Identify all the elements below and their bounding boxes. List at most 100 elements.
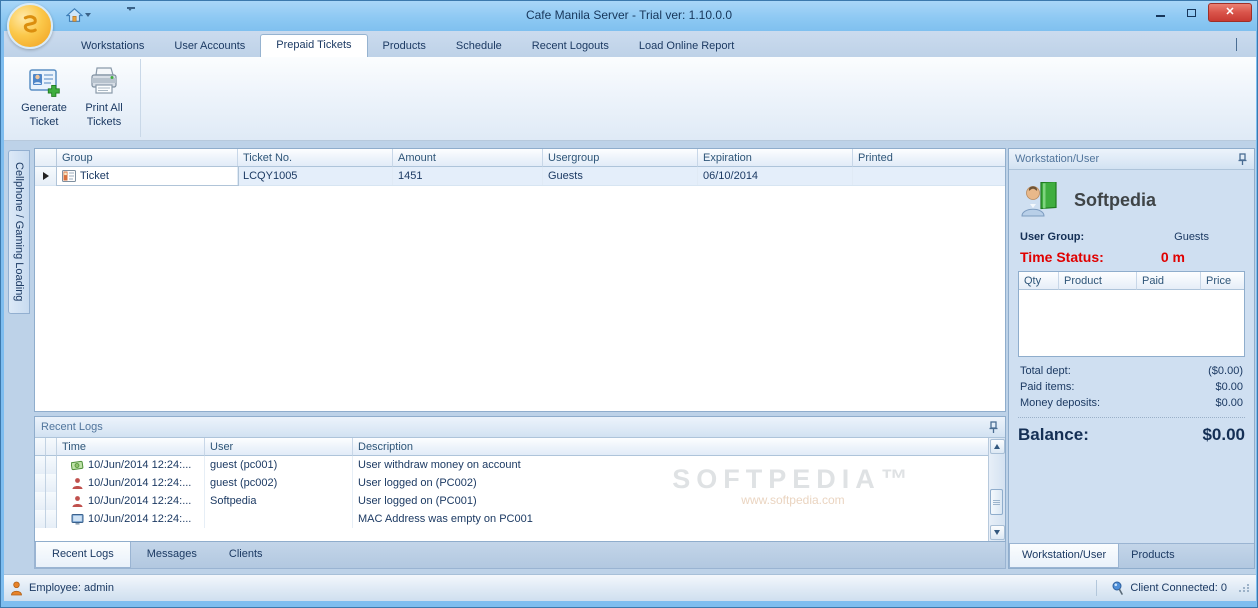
balance-value: $0.00 [1202,425,1245,444]
ticket-icon [62,170,76,182]
scrollbar-thumb[interactable] [990,489,1003,515]
total-dept-value: ($0.00) [1208,365,1243,377]
money-deposits-label: Money deposits: [1020,397,1101,409]
log-time: 10/Jun/2014 12:24:... [88,495,192,507]
status-bar: Employee: admin Client Connected: 0 [4,574,1256,601]
recent-logs-grid: Time User Description 10/Jun/2014 12:24:… [35,438,988,541]
logs-vertical-scrollbar[interactable] [988,438,1005,541]
log-description: User logged on (PC001) [358,495,477,507]
current-row-indicator [35,167,57,185]
generate-ticket-button[interactable]: Generate Ticket [16,61,72,135]
list-item[interactable]: 10/Jun/2014 12:24:... guest (pc002) User… [35,474,988,492]
ribbon-body: Generate Ticket Print All Tickets [4,57,1256,141]
time-status-value: 0 m [1160,249,1185,265]
cell-amount[interactable]: 1451 [393,167,543,185]
pin-icon[interactable] [1237,152,1248,166]
list-item[interactable]: 10/Jun/2014 12:24:... guest (pc001) User… [35,456,988,474]
scroll-down-button[interactable] [989,525,1005,540]
scroll-up-button[interactable] [989,439,1005,454]
cell-expiration[interactable]: 06/10/2014 [698,167,853,185]
print-all-tickets-button[interactable]: Print All Tickets [76,61,132,135]
column-header-paid[interactable]: Paid [1137,272,1201,290]
user-icon [72,477,83,489]
id-card-plus-icon [29,69,60,97]
maximize-button[interactable] [1177,3,1206,22]
column-header-user[interactable]: User [205,438,353,456]
time-status-label: Time Status: [1020,249,1104,265]
tab-load-online-report[interactable]: Load Online Report [624,35,749,57]
prepaid-tickets-grid: Group Ticket No. Amount Usergroup Expira… [34,148,1006,412]
workstation-panel-title: Workstation/User [1015,153,1100,165]
logo-swirl-icon [23,15,37,33]
column-header-group[interactable]: Group [57,149,238,167]
column-header-time[interactable]: Time [57,438,205,456]
column-header-printed[interactable]: Printed [853,149,1005,167]
tab-messages[interactable]: Messages [131,542,213,568]
minimize-button[interactable] [1146,3,1175,22]
logs-tab-strip: Recent Logs Messages Clients [34,542,1006,569]
tab-prepaid-tickets[interactable]: Prepaid Tickets [260,34,368,57]
scrollbar-track[interactable] [989,455,1005,524]
employee-icon [11,581,22,595]
cell-printed[interactable] [853,167,1005,185]
maximize-icon [1187,8,1196,17]
tab-products-panel[interactable]: Products [1119,544,1186,568]
column-header-amount[interactable]: Amount [393,149,543,167]
column-header-price[interactable]: Price [1201,272,1244,290]
workstation-panel-title-bar: Workstation/User [1009,149,1254,170]
app-logo-icon[interactable] [7,3,53,49]
log-description: MAC Address was empty on PC001 [358,513,533,525]
list-item[interactable]: 10/Jun/2014 12:24:... MAC Address was em… [35,510,988,528]
tab-user-accounts[interactable]: User Accounts [159,35,260,57]
column-header-description[interactable]: Description [353,438,988,456]
balance-label: Balance: [1018,425,1089,444]
log-description: User logged on (PC002) [358,477,477,489]
close-button[interactable]: ✕ [1208,3,1252,22]
list-item[interactable]: 10/Jun/2014 12:24:... Softpedia User log… [35,492,988,510]
tab-schedule[interactable]: Schedule [441,35,517,57]
tab-recent-logouts[interactable]: Recent Logouts [517,35,624,57]
employee-status: Employee: admin [29,582,114,594]
paid-items-value: $0.00 [1215,381,1243,393]
status-separator [1096,580,1098,596]
cell-group[interactable]: Ticket [56,166,239,186]
pin-icon[interactable] [988,420,999,434]
tab-workstation-user[interactable]: Workstation/User [1009,544,1120,568]
log-description: User withdraw money on account [358,459,521,471]
tab-recent-logs[interactable]: Recent Logs [35,542,131,568]
connection-icon [1112,581,1124,595]
printer-icon [91,67,117,94]
workspace: Cellphone / Gaming Loading Group Ticket … [4,141,1256,574]
ribbon-tab-strip: Workstations User Accounts Prepaid Ticke… [4,31,1256,57]
right-panel-tab-strip: Workstation/User Products [1009,543,1254,568]
table-row[interactable]: Ticket LCQY1005 1451 Guests 06/10/2014 [35,166,1005,186]
collapse-ribbon-button[interactable] [1236,38,1246,51]
column-header-expiration[interactable]: Expiration [698,149,853,167]
resize-grip[interactable] [1239,584,1250,592]
log-time: 10/Jun/2014 12:24:... [88,459,192,471]
tab-cellphone-gaming-loading[interactable]: Cellphone / Gaming Loading [8,150,30,314]
cell-ticket-no[interactable]: LCQY1005 [238,167,393,185]
tab-workstations[interactable]: Workstations [66,35,159,57]
column-header-ticket-no[interactable]: Ticket No. [238,149,393,167]
column-header-product[interactable]: Product [1059,272,1137,290]
money-deposits-value: $0.00 [1215,397,1243,409]
user-icon [72,495,83,507]
client-connected-status: Client Connected: 0 [1130,582,1227,594]
tab-clients[interactable]: Clients [213,542,279,568]
generate-ticket-label: Generate Ticket [21,102,67,128]
logs-grid-header: Time User Description [35,438,988,456]
log-time: 10/Jun/2014 12:24:... [88,513,192,525]
column-header-usergroup[interactable]: Usergroup [543,149,698,167]
tab-products[interactable]: Products [368,35,441,57]
tickets-grid-header: Group Ticket No. Amount Usergroup Expira… [35,149,1005,167]
workstation-user-panel: Workstation/User Softpedia User Group: G… [1008,148,1255,569]
header-row-selector [35,149,57,167]
cell-usergroup[interactable]: Guests [543,167,698,185]
logs-header-selector-2 [46,438,57,456]
money-icon [71,460,84,470]
log-user: guest (pc002) [205,474,353,492]
row-arrow-icon [42,172,49,180]
ribbon-group-tickets: Generate Ticket Print All Tickets [8,59,141,137]
column-header-qty[interactable]: Qty [1019,272,1059,290]
